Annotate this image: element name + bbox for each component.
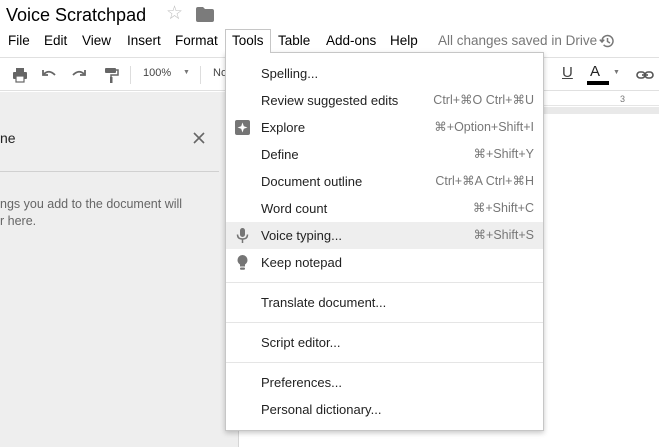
menu-bar: File Edit View Insert Format Tools Table…: [0, 29, 659, 53]
title-row: Voice Scratchpad ☆: [0, 0, 659, 31]
menu-format[interactable]: Format: [169, 29, 224, 53]
text-color-indicator: [587, 81, 609, 85]
menu-view[interactable]: View: [76, 29, 117, 53]
toolbar-divider: [130, 66, 131, 84]
menu-tools[interactable]: Tools: [225, 29, 271, 53]
menu-item-voice-typing[interactable]: Voice typing... ⌘+Shift+S: [226, 222, 543, 249]
toolbar-divider: [200, 66, 201, 84]
shortcut: Ctrl+⌘O Ctrl+⌘U: [433, 93, 534, 107]
shortcut: ⌘+Shift+Y: [473, 147, 534, 161]
text-color-caret-icon[interactable]: ▼: [613, 69, 620, 76]
menu-help[interactable]: Help: [384, 29, 424, 53]
panel-divider: [0, 171, 219, 172]
print-icon[interactable]: [11, 66, 29, 84]
menu-item-spelling[interactable]: Spelling...: [226, 60, 543, 87]
menu-item-personal-dictionary[interactable]: Personal dictionary...: [226, 396, 543, 423]
zoom-select[interactable]: 100%: [143, 67, 171, 79]
tools-menu: Spelling... Review suggested edits Ctrl+…: [225, 52, 544, 431]
zoom-caret-icon[interactable]: ▼: [183, 69, 190, 76]
redo-icon[interactable]: [70, 66, 88, 84]
menu-file[interactable]: File: [2, 29, 36, 53]
menu-add-ons[interactable]: Add-ons: [320, 29, 382, 53]
close-icon[interactable]: [192, 131, 206, 145]
save-status[interactable]: All changes saved in Drive: [438, 29, 597, 53]
menu-edit[interactable]: Edit: [38, 29, 73, 53]
menu-item-preferences[interactable]: Preferences...: [226, 369, 543, 396]
underline-button[interactable]: U: [562, 64, 573, 81]
explore-icon: [235, 120, 250, 135]
shortcut: Ctrl+⌘A Ctrl+⌘H: [435, 174, 534, 188]
menu-table[interactable]: Table: [272, 29, 316, 53]
undo-icon[interactable]: [40, 66, 58, 84]
shortcut: ⌘+Option+Shift+I: [434, 120, 534, 134]
menu-separator: [226, 362, 543, 363]
menu-item-word-count[interactable]: Word count ⌘+Shift+C: [226, 195, 543, 222]
menu-item-review-suggested-edits[interactable]: Review suggested edits Ctrl+⌘O Ctrl+⌘U: [226, 87, 543, 114]
star-icon[interactable]: ☆: [166, 3, 183, 25]
menu-item-explore[interactable]: Explore ⌘+Option+Shift+I: [226, 114, 543, 141]
folder-icon[interactable]: [196, 7, 214, 22]
menu-item-define[interactable]: Define ⌘+Shift+Y: [226, 141, 543, 168]
history-icon[interactable]: [599, 33, 615, 49]
text-color-button[interactable]: A: [590, 63, 600, 80]
menu-item-document-outline[interactable]: Document outline Ctrl+⌘A Ctrl+⌘H: [226, 168, 543, 195]
link-icon[interactable]: [636, 66, 654, 84]
shortcut: ⌘+Shift+C: [472, 201, 534, 215]
lightbulb-icon: [237, 255, 248, 270]
shortcut: ⌘+Shift+S: [473, 228, 534, 242]
document-outline-panel: ne ngs you add to the document will r her…: [0, 92, 239, 447]
panel-title: ne: [0, 130, 16, 146]
menu-separator: [226, 322, 543, 323]
paint-format-icon[interactable]: [102, 66, 120, 84]
microphone-icon: [236, 228, 249, 243]
ruler-mark: 3: [620, 94, 626, 104]
menu-separator: [226, 282, 543, 283]
menu-item-translate-document[interactable]: Translate document...: [226, 289, 543, 316]
menu-item-script-editor[interactable]: Script editor...: [226, 329, 543, 356]
panel-hint: ngs you add to the document will r here.: [0, 197, 183, 228]
menu-item-keep-notepad[interactable]: Keep notepad: [226, 249, 543, 276]
menu-insert[interactable]: Insert: [121, 29, 167, 53]
document-title[interactable]: Voice Scratchpad: [6, 5, 146, 26]
